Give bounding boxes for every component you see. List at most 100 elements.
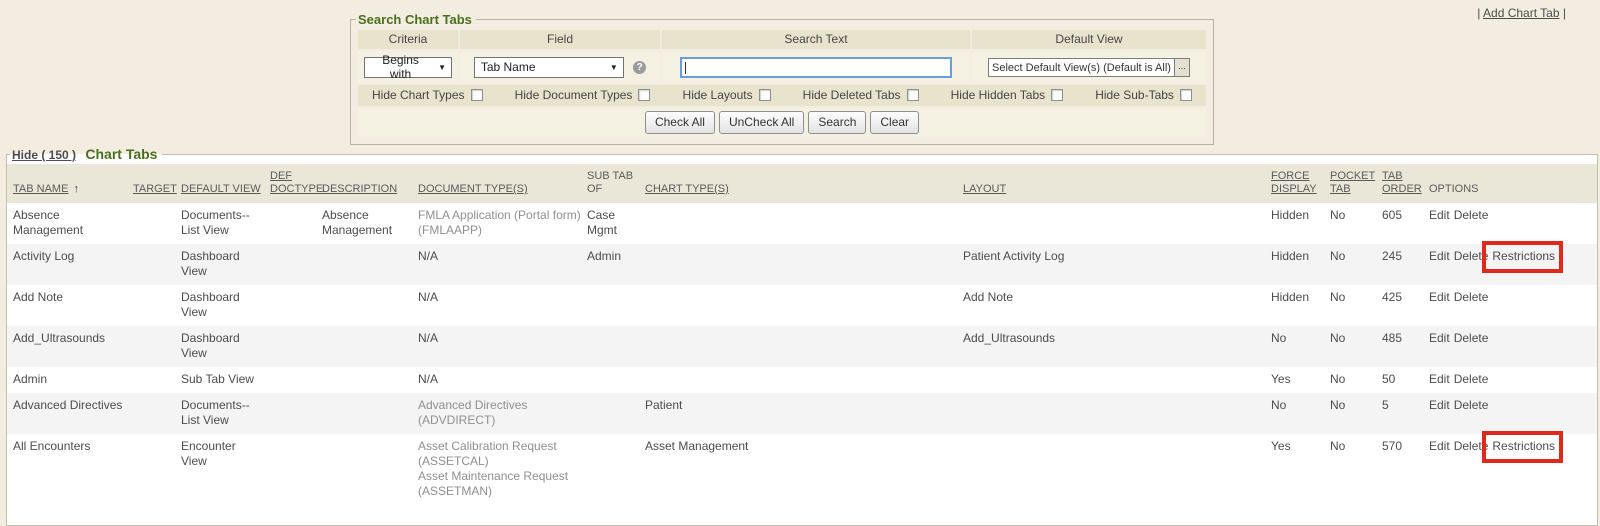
column-header-sub-tab-of: SUB TAB OF [587,164,645,203]
clear-button[interactable]: Clear [870,111,919,134]
column-header-label[interactable]: TAB NAME [13,183,68,195]
column-header-label[interactable]: CHART TYPE(S) [645,183,729,195]
default-view-column-header: Default View [972,30,1206,49]
checkbox-hide-sub-tabs[interactable] [1180,89,1192,101]
restrictions-link[interactable]: Restrictions [1492,439,1555,453]
column-header-pocket-tab: POCKET TAB [1330,164,1382,203]
cell-def-doctype [270,203,322,244]
cell-layout [963,434,1271,505]
cell-pocket-tab: No [1330,434,1382,505]
cell-force-display: Yes [1271,367,1330,393]
column-header-tab-order: TAB ORDER [1382,164,1429,203]
column-header-label[interactable]: DEFAULT VIEW [181,183,261,195]
cell-force-display: No [1271,326,1330,367]
search-text-input[interactable] [680,57,952,78]
cell-target [133,203,181,244]
criteria-column-header: Criteria [358,30,458,49]
column-header-target: TARGET [133,164,181,203]
column-header-label[interactable]: TAB ORDER [1382,170,1422,195]
cell-pocket-tab: No [1330,393,1382,434]
filter-checkbox-item-hide-document-types: Hide Document Types [515,88,651,102]
restrictions-highlight-box: Restrictions [1482,431,1563,463]
edit-link[interactable]: Edit [1429,208,1450,222]
search-button[interactable]: Search [808,111,866,134]
delete-link[interactable]: Delete [1454,208,1489,222]
column-header-label: OPTIONS [1429,183,1479,195]
cell-pocket-tab: No [1330,203,1382,244]
edit-link[interactable]: Edit [1429,372,1450,386]
default-view-more-button[interactable]: ... [1174,59,1189,76]
search-chart-tabs-panel: Search Chart Tabs Criteria Field Search … [350,12,1214,145]
cell-chart-types [645,285,963,326]
field-column-header: Field [460,30,660,49]
column-header-default-view: DEFAULT VIEW [181,164,270,203]
delete-link[interactable]: Delete [1454,372,1489,386]
table-row-activity-log: Activity LogDashboard ViewN/AAdminPatien… [7,244,1597,285]
table-header-row: TAB NAME ↑TARGETDEFAULT VIEWDEF DOCTYPED… [7,164,1597,203]
cell-force-display: Hidden [1271,285,1330,326]
restrictions-link[interactable]: Restrictions [1492,249,1555,263]
cell-tab-name: Admin [7,367,133,393]
column-header-options: OPTIONS [1429,164,1597,203]
delete-link[interactable]: Delete [1454,398,1489,412]
cell-sub-tab-of: Admin [587,244,645,285]
column-header-label[interactable]: LAYOUT [963,183,1006,195]
search-text-column-header: Search Text [662,30,970,49]
edit-link[interactable]: Edit [1429,249,1450,263]
edit-link[interactable]: Edit [1429,398,1450,412]
restrictions-highlight-box: Restrictions [1482,241,1563,273]
column-header-label[interactable]: DOCUMENT TYPE(S) [418,183,528,195]
help-icon[interactable]: ? [633,61,646,74]
check-all-button[interactable]: Check All [645,111,715,134]
search-form-header-row: Criteria Field Search Text Default View [358,30,1206,49]
hide-results-link[interactable]: Hide ( 150 ) [12,148,76,162]
delete-link[interactable]: Delete [1454,331,1489,345]
column-header-label[interactable]: DEF DOCTYPE [270,170,323,195]
edit-link[interactable]: Edit [1429,290,1450,304]
cell-default-view: Documents-- List View [181,393,270,434]
delete-link[interactable]: Delete [1454,290,1489,304]
link-separator-left: | [1477,6,1480,20]
cell-default-view: Sub Tab View [181,367,270,393]
cell-chart-types [645,326,963,367]
cell-options: EditDeleteRestrictions [1429,434,1597,505]
cell-description [322,244,418,285]
cell-def-doctype [270,285,322,326]
cell-layout [963,393,1271,434]
table-row-advanced-directives: Advanced DirectivesDocuments-- List View… [7,393,1597,434]
checkbox-hide-hidden-tabs[interactable] [1051,89,1063,101]
cell-layout: Add Note [963,285,1271,326]
cell-tab-order: 570 [1382,434,1429,505]
cell-layout [963,203,1271,244]
cell-options: EditDeleteRestrictions [1429,244,1597,285]
column-header-label[interactable]: DESCRIPTION [322,183,397,195]
cell-tab-order: 245 [1382,244,1429,285]
filter-checkbox-label: Hide Chart Types [372,88,465,102]
cell-chart-types: Asset Management [645,434,963,505]
cell-def-doctype [270,434,322,505]
table-row-add-note: Add NoteDashboard ViewN/AAdd NoteHiddenN… [7,285,1597,326]
criteria-select[interactable]: Begins with ▼ [364,57,452,78]
checkbox-hide-document-types[interactable] [638,89,650,101]
column-header-label[interactable]: POCKET TAB [1330,170,1375,195]
cell-default-view: Dashboard View [181,285,270,326]
checkbox-hide-chart-types[interactable] [471,89,483,101]
checkbox-hide-layouts[interactable] [759,89,771,101]
default-view-selector[interactable]: Select Default View(s) (Default is All) … [988,58,1190,77]
cell-sub-tab-of [587,434,645,505]
cell-description [322,367,418,393]
uncheck-all-button[interactable]: UnCheck All [719,111,804,134]
cell-def-doctype [270,367,322,393]
edit-link[interactable]: Edit [1429,439,1450,453]
cell-tab-order: 605 [1382,203,1429,244]
edit-link[interactable]: Edit [1429,331,1450,345]
cell-tab-order: 5 [1382,393,1429,434]
cell-description [322,326,418,367]
chart-tabs-table: TAB NAME ↑TARGETDEFAULT VIEWDEF DOCTYPED… [7,164,1597,505]
checkbox-hide-deleted-tabs[interactable] [907,89,919,101]
add-chart-tab-link[interactable]: Add Chart Tab [1483,6,1560,20]
column-header-label[interactable]: TARGET [133,183,177,195]
column-header-label[interactable]: FORCE DISPLAY [1271,170,1317,195]
field-select[interactable]: Tab Name ▼ [474,57,624,78]
cell-target [133,326,181,367]
